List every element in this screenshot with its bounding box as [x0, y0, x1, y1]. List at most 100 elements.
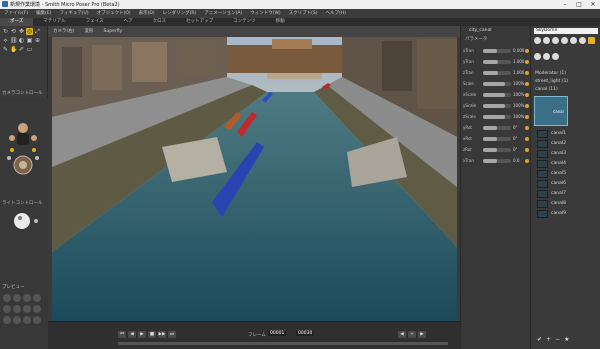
library-folder[interactable]: Moderator (1): [535, 70, 589, 78]
material-ball[interactable]: [33, 316, 41, 324]
prev-frame-button[interactable]: ◀: [128, 331, 136, 338]
library-search-input[interactable]: SkyDome: [534, 28, 598, 34]
menu-display[interactable]: 表示(D): [135, 9, 159, 18]
tab-pose[interactable]: ポーズ: [0, 18, 34, 26]
parameter-slider[interactable]: [483, 60, 511, 64]
parameter-dial[interactable]: xRot 0°: [463, 136, 529, 142]
parameter-menu-icon[interactable]: [525, 71, 529, 75]
library-item-thumbnail[interactable]: [537, 170, 548, 178]
parameter-menu-icon[interactable]: [525, 148, 529, 152]
direct-manipulation-icon[interactable]: ✋: [10, 46, 17, 53]
library-folder[interactable]: street_light (1): [535, 78, 589, 86]
selected-object-name[interactable]: city_canal: [469, 28, 492, 33]
parameter-dial[interactable]: yTran 1.000: [463, 59, 529, 65]
camera-control-widget[interactable]: [6, 118, 42, 186]
cameras-icon[interactable]: [534, 53, 541, 60]
grouping-tool-icon[interactable]: ▣: [26, 37, 33, 44]
timeline-scrubber[interactable]: [118, 342, 448, 345]
minimize-button[interactable]: –: [558, 0, 572, 9]
parameter-value[interactable]: 1.000: [513, 70, 524, 75]
material-ball[interactable]: [33, 305, 41, 313]
library-item[interactable]: canal1: [551, 130, 600, 138]
tab-move[interactable]: 移動: [266, 18, 295, 26]
rotate-tool-icon[interactable]: ↻: [2, 28, 9, 35]
menu-file[interactable]: ファイル(F): [0, 9, 32, 18]
scale-tool-icon[interactable]: ⤢: [34, 28, 41, 35]
library-item[interactable]: canal7: [551, 190, 600, 198]
maximize-button[interactable]: □: [572, 0, 586, 9]
translate-tool-icon[interactable]: ✥: [18, 28, 25, 35]
first-frame-button[interactable]: ⏮: [118, 331, 126, 338]
library-item-thumbnail[interactable]: [537, 190, 548, 198]
expressions-icon[interactable]: [552, 37, 559, 44]
parameter-value[interactable]: 0°: [513, 136, 518, 141]
parameter-value[interactable]: 100%: [513, 92, 524, 97]
twist-tool-icon[interactable]: ⟲: [10, 28, 17, 35]
morphing-tool-icon[interactable]: ✎: [2, 46, 9, 53]
material-ball[interactable]: [23, 316, 31, 324]
lights-icon[interactable]: [588, 37, 595, 44]
parameter-menu-icon[interactable]: [525, 115, 529, 119]
library-item-thumbnail[interactable]: [537, 160, 548, 168]
parameter-slider[interactable]: [483, 49, 511, 53]
material-ball[interactable]: [3, 305, 11, 313]
parameter-slider[interactable]: [483, 126, 511, 130]
library-item[interactable]: canal2: [551, 140, 600, 148]
chain-tool-icon[interactable]: ⛓: [10, 37, 18, 44]
last-frame-button[interactable]: ⏭: [168, 331, 176, 338]
parameter-value[interactable]: 100%: [513, 81, 524, 86]
material-ball[interactable]: [3, 316, 11, 324]
parameter-menu-icon[interactable]: [525, 137, 529, 141]
stop-button[interactable]: ■: [148, 331, 156, 338]
next-frame-button[interactable]: ▶▶: [158, 331, 166, 338]
hair-icon[interactable]: [561, 37, 568, 44]
parameter-menu-icon[interactable]: [525, 126, 529, 130]
parameter-dial[interactable]: zTran 1.000: [463, 70, 529, 76]
add-icon[interactable]: +: [546, 336, 551, 344]
select-tool-icon[interactable]: ◎: [26, 28, 33, 35]
menu-edit[interactable]: 編集(E): [32, 9, 55, 18]
library-item[interactable]: canal9: [551, 210, 600, 218]
parameter-menu-icon[interactable]: [525, 159, 529, 163]
library-item[interactable]: canal8: [551, 200, 600, 208]
library-item[interactable]: canal4: [551, 160, 600, 168]
props-icon[interactable]: [579, 37, 586, 44]
library-item-thumbnail[interactable]: [537, 200, 548, 208]
menu-object[interactable]: オブジェクト(O): [93, 9, 135, 18]
library-item-thumbnail[interactable]: [537, 180, 548, 188]
parameter-value[interactable]: 0°: [513, 125, 518, 130]
play-button[interactable]: ▶: [138, 331, 146, 338]
parameter-slider[interactable]: [483, 137, 511, 141]
library-item[interactable]: canal3: [551, 150, 600, 158]
library-folder[interactable]: canal (11): [535, 86, 589, 94]
library-item-thumbnail[interactable]: [537, 140, 548, 148]
weight-paint-icon[interactable]: ✐: [18, 46, 25, 53]
view-magnifier-icon[interactable]: ⊕: [34, 37, 41, 44]
parameter-slider[interactable]: [483, 104, 511, 108]
parameter-slider[interactable]: [483, 148, 511, 152]
parameter-slider[interactable]: [483, 71, 511, 75]
material-ball[interactable]: [23, 305, 31, 313]
keyframe-add-button[interactable]: +: [408, 331, 416, 338]
keyframe-prev-button[interactable]: ◀: [398, 331, 406, 338]
parameter-value[interactable]: 0°: [513, 147, 518, 152]
parameter-dial[interactable]: xScale 100%: [463, 92, 529, 98]
parameter-menu-icon[interactable]: [525, 82, 529, 86]
library-item[interactable]: canal5: [551, 170, 600, 178]
selected-item-thumbnail[interactable]: canal: [534, 96, 568, 126]
material-ball[interactable]: [3, 294, 11, 302]
parameter-dial[interactable]: Scale 100%: [463, 81, 529, 87]
menu-scripts[interactable]: スクリプト(S): [285, 9, 322, 18]
viewport-camera-menu[interactable]: カメラ(右): [48, 26, 80, 37]
current-frame-field[interactable]: 00001: [268, 331, 287, 336]
keyframe-next-button[interactable]: ▶: [418, 331, 426, 338]
library-item-thumbnail[interactable]: [537, 150, 548, 158]
parameter-value[interactable]: 0.0: [513, 158, 519, 163]
parameter-value[interactable]: 100%: [513, 103, 524, 108]
parameter-value[interactable]: 100%: [513, 114, 524, 119]
parameter-dial[interactable]: xTran 0.0: [463, 158, 529, 164]
viewport-render-engine[interactable]: Superfly: [99, 26, 128, 37]
tab-cloth[interactable]: クロス: [143, 18, 177, 26]
apply-icon[interactable]: ✔: [537, 336, 542, 344]
menu-render[interactable]: レンダリング(R): [159, 9, 201, 18]
